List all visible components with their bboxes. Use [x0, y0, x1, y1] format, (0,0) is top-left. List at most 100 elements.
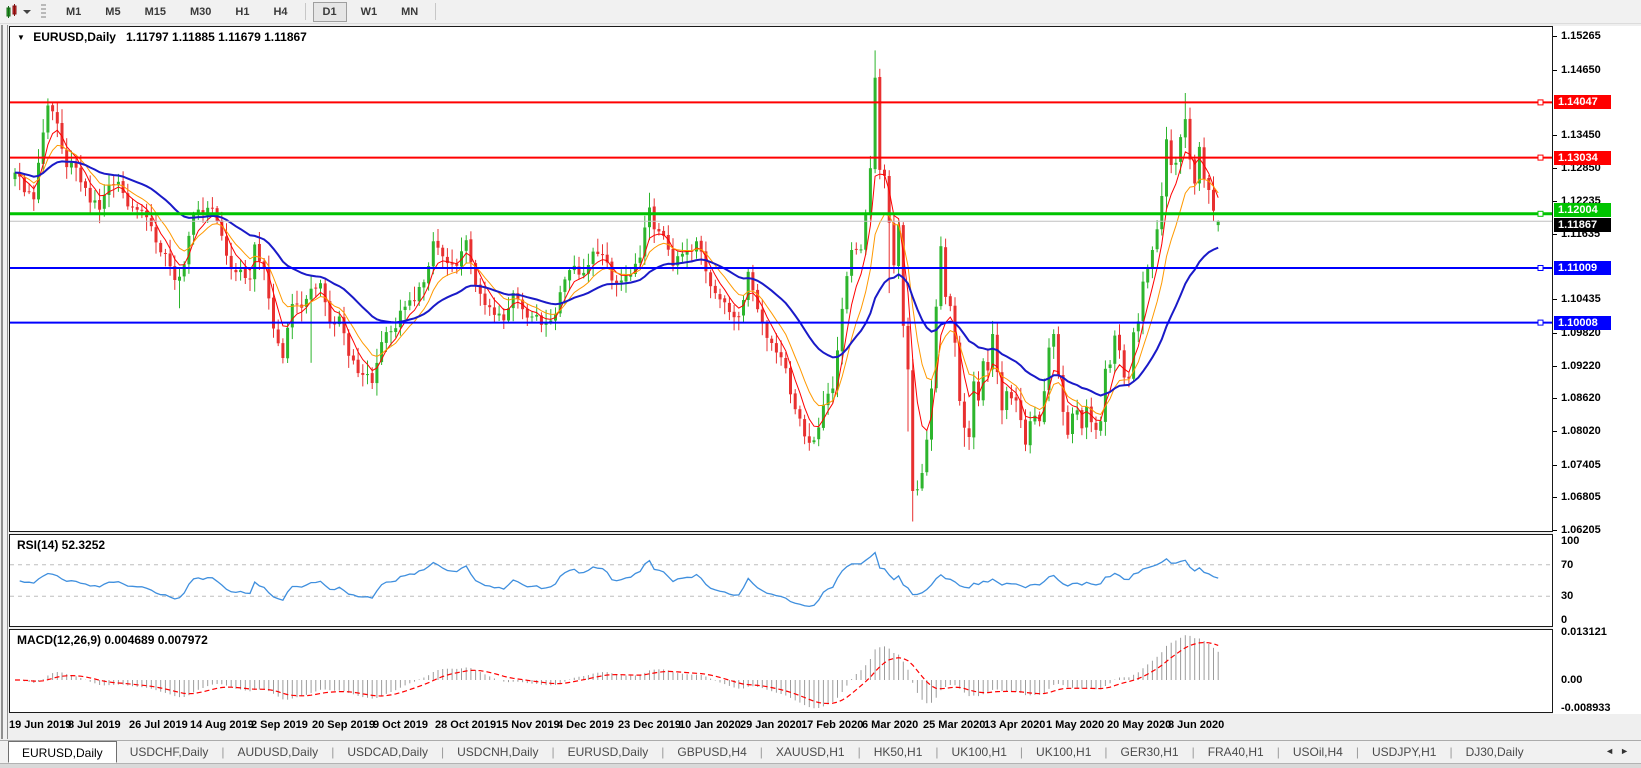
chart-window-frame [1, 25, 8, 739]
date-label-26-Jul-2019: 26 Jul 2019 [129, 719, 188, 731]
price-axis[interactable]: 1.15265 1.14650 1.13450 1.12850 1.12235 1.116… [1553, 26, 1641, 714]
hline-handle[interactable] [1537, 154, 1544, 161]
date-label-19-Jun-2019: 19 Jun 2019 [9, 719, 72, 731]
chart-tab-bar: EURUSD,Daily USDCHF,Daily | AUDUSD,Daily | US… [0, 740, 1641, 763]
date-axis[interactable]: 19 Jun 2019 8 Jul 2019 26 Jul 2019 14 Aug 2… [9, 714, 1553, 739]
timeframe-button-h1[interactable]: H1 [225, 2, 259, 22]
tab-uk100-h1[interactable]: UK100,H1 [939, 741, 1020, 763]
tab-scroll-arrows[interactable]: ◄► [1605, 746, 1635, 756]
tab-fra40-h1[interactable]: FRA40,H1 [1195, 741, 1277, 763]
rsi-label: RSI(14) 52.3252 [17, 538, 106, 552]
price-tag-1.10008: 1.10008 [1554, 316, 1611, 330]
macd-tick-0.013121: 0.013121 [1561, 626, 1607, 638]
date-label-20-Sep-2019: 20 Sep 2019 [312, 719, 375, 731]
price-chart-panel[interactable]: ▼ EURUSD,Daily 1.11797 1.11885 1.11679 1… [9, 26, 1553, 532]
macd-plot [15, 635, 1219, 709]
tab-usdjpy-h1[interactable]: USDJPY,H1 [1359, 741, 1449, 763]
toolbar-separator [304, 3, 306, 20]
date-label-4-Dec-2019: 4 Dec 2019 [557, 719, 614, 731]
caret-down-icon [23, 9, 31, 14]
toolbar-separator [435, 3, 437, 20]
date-label-17-Feb-2020: 17 Feb 2020 [801, 719, 864, 731]
macd-panel[interactable]: MACD(12,26,9) 0.004689 0.007972 [9, 629, 1553, 713]
axis-tick-mark [1553, 398, 1557, 399]
axis-tick-mark [1553, 135, 1557, 136]
timeframe-button-h4[interactable]: H4 [263, 2, 297, 22]
chart-title-symbol: EURUSD,Daily [33, 30, 116, 44]
timeframe-button-w1[interactable]: W1 [351, 2, 388, 22]
macd-tick--0.008933: -0.008933 [1561, 702, 1611, 714]
price-tick-1.09220: 1.09220 [1561, 360, 1601, 372]
axis-tick-mark [1553, 431, 1557, 432]
tab-usdcad-daily[interactable]: USDCAD,Daily [334, 741, 441, 763]
timeframe-button-d1[interactable]: D1 [312, 1, 347, 22]
axis-tick-mark [1553, 366, 1557, 367]
macd-tick-0.00: 0.00 [1561, 674, 1583, 686]
rsi-panel[interactable]: RSI(14) 52.3252 [9, 534, 1553, 627]
rsi-tick-100: 100 [1561, 535, 1580, 547]
timeframe-button-m5[interactable]: M5 [95, 2, 130, 22]
date-label-29-Jan-2020: 29 Jan 2020 [740, 719, 802, 731]
chart-title-ohlc: 1.11797 1.11885 1.11679 1.11867 [125, 30, 307, 44]
date-label-20-May-2020: 20 May 2020 [1107, 719, 1172, 731]
tab-eurusd-daily[interactable]: EURUSD,Daily [555, 741, 662, 763]
hline-handle[interactable] [1537, 99, 1544, 106]
chart-mode-icon[interactable] [4, 3, 31, 20]
axis-tick-mark [1553, 299, 1557, 300]
price-tick-1.08020: 1.08020 [1561, 425, 1601, 437]
timeframe-button-mn[interactable]: MN [391, 2, 428, 22]
tab-xauusd-h1[interactable]: XAUUSD,H1 [763, 741, 858, 763]
date-label-8-Jun-2020: 8 Jun 2020 [1168, 719, 1225, 731]
date-label-15-Nov-2019: 15 Nov 2019 [496, 719, 560, 731]
current-price-tag: 1.11867 [1554, 218, 1611, 232]
tab-ger30-h1[interactable]: GER30,H1 [1108, 741, 1192, 763]
candles [13, 50, 1220, 522]
price-tag-1.13034: 1.13034 [1554, 151, 1611, 165]
tab-usdcnh-daily[interactable]: USDCNH,Daily [444, 741, 551, 763]
date-label-13-Apr-2020: 13 Apr 2020 [984, 719, 1046, 731]
date-label-2-Sep-2019: 2 Sep 2019 [251, 719, 308, 731]
candlestick-chart [10, 50, 1552, 522]
hline-handle[interactable] [1537, 319, 1544, 326]
timeframe-toolbar: M1 M5 M15 M30 H1 H4 D1 W1 MN [0, 0, 1641, 24]
tab-usdchf-daily[interactable]: USDCHF,Daily [117, 741, 222, 763]
tab-usoil-h4[interactable]: USOil,H4 [1280, 741, 1356, 763]
date-label-1-May-2020: 1 May 2020 [1046, 719, 1105, 731]
date-label-9-Oct-2019: 9 Oct 2019 [373, 719, 429, 731]
timeframe-buttons: M1 M5 M15 M30 H1 H4 D1 W1 MN [54, 1, 430, 22]
price-tag-1.14047: 1.14047 [1554, 95, 1611, 109]
date-label-23-Dec-2019: 23 Dec 2019 [618, 719, 681, 731]
price-tag-1.12004: 1.12004 [1554, 203, 1611, 217]
price-tag-1.11009: 1.11009 [1554, 261, 1611, 275]
tab-dj30-daily[interactable]: DJ30,Daily [1453, 741, 1537, 763]
date-label-28-Oct-2019: 28 Oct 2019 [435, 719, 497, 731]
axis-tick-mark [1553, 70, 1557, 71]
rsi-tick-0: 0 [1561, 614, 1568, 626]
rsi-line [19, 551, 1219, 608]
tab-gbpusd-h4[interactable]: GBPUSD,H4 [664, 741, 759, 763]
collapse-caret-icon[interactable]: ▼ [17, 33, 25, 42]
rsi-tick-70: 70 [1561, 559, 1574, 571]
date-label-10-Jan-2020: 10 Jan 2020 [679, 719, 741, 731]
timeframe-button-m15[interactable]: M15 [135, 2, 176, 22]
chart-title: ▼ EURUSD,Daily 1.11797 1.11885 1.11679 1… [17, 30, 307, 44]
axis-tick-mark [1553, 234, 1557, 235]
price-tick-1.15265: 1.15265 [1561, 30, 1601, 42]
hline-handle[interactable] [1537, 265, 1544, 271]
rsi-plot [10, 551, 1552, 608]
toolbar-grip-handle[interactable] [41, 4, 46, 19]
axis-tick-mark [1553, 497, 1557, 498]
tab-uk100-h1[interactable]: UK100,H1 [1023, 741, 1104, 763]
axis-tick-mark [1553, 168, 1557, 169]
tab-eurusd-daily[interactable]: EURUSD,Daily [8, 741, 117, 763]
price-tick-1.10435: 1.10435 [1561, 293, 1601, 305]
status-strip [0, 763, 1641, 768]
hline-handle[interactable] [1537, 210, 1544, 217]
timeframe-button-m30[interactable]: M30 [180, 2, 221, 22]
tab-audusd-daily[interactable]: AUDUSD,Daily [225, 741, 332, 763]
timeframe-button-m1[interactable]: M1 [56, 2, 91, 22]
tab-hk50-h1[interactable]: HK50,H1 [861, 741, 936, 763]
price-tick-1.07405: 1.07405 [1561, 459, 1601, 471]
price-tick-1.08620: 1.08620 [1561, 392, 1601, 404]
date-label-25-Mar-2020: 25 Mar 2020 [923, 719, 986, 731]
